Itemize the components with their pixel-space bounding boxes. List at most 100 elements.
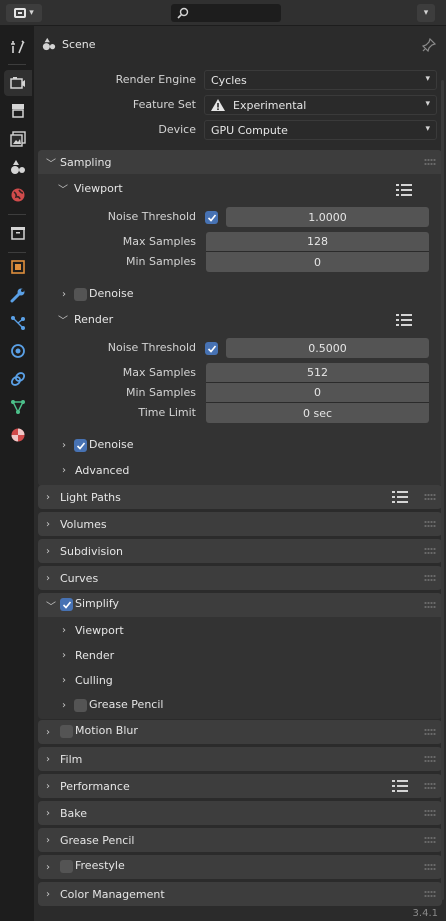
tab-view-layer[interactable] xyxy=(4,126,32,152)
simplify-checkbox[interactable] xyxy=(60,598,73,611)
viewport-min-samples-field[interactable]: 0 xyxy=(206,252,429,272)
motion-blur-title: Motion Blur xyxy=(75,724,138,737)
tab-scene[interactable] xyxy=(4,154,32,180)
tab-constraints[interactable] xyxy=(4,366,32,392)
tab-tool[interactable] xyxy=(4,34,32,60)
subdivision-title: Subdivision xyxy=(60,544,124,558)
sampling-title: Sampling xyxy=(60,155,112,169)
chevron-right-icon: › xyxy=(46,861,50,873)
light-paths-panel-header[interactable]: › Light Paths xyxy=(38,485,442,509)
object-data-icon xyxy=(11,400,25,414)
search-icon xyxy=(177,7,189,19)
render-denoise-checkbox[interactable] xyxy=(74,439,87,452)
simplify-render-header[interactable]: › Render xyxy=(58,643,438,667)
warning-icon xyxy=(211,99,225,111)
tab-output[interactable] xyxy=(4,98,32,124)
chevron-down-icon: ﹀ xyxy=(46,601,56,613)
tab-physics[interactable] xyxy=(4,338,32,364)
chevron-down-icon: ▾ xyxy=(29,8,34,18)
tab-object[interactable] xyxy=(4,254,32,280)
viewport-subpanel-header[interactable]: ﹀ Viewport xyxy=(54,176,438,200)
drag-handle-icon[interactable] xyxy=(424,159,436,165)
header-options-dropdown[interactable]: ▾ xyxy=(417,4,435,22)
drag-handle-icon[interactable] xyxy=(424,864,436,870)
feature-set-value: Experimental xyxy=(233,98,307,112)
drag-handle-icon[interactable] xyxy=(424,837,436,843)
tool-icon xyxy=(11,40,25,54)
tab-particles[interactable] xyxy=(4,310,32,336)
drag-handle-icon[interactable] xyxy=(424,810,436,816)
subdivision-panel-header[interactable]: › Subdivision xyxy=(38,539,442,563)
render-min-samples-field[interactable]: 0 xyxy=(206,383,429,403)
render-noise-threshold-field[interactable]: 0.5000 xyxy=(226,338,429,358)
performance-title: Performance xyxy=(60,779,130,793)
scene-icon xyxy=(11,160,25,174)
tab-render[interactable] xyxy=(4,70,32,96)
drag-handle-icon[interactable] xyxy=(424,756,436,762)
drag-handle-icon[interactable] xyxy=(424,602,436,608)
drag-handle-icon[interactable] xyxy=(424,575,436,581)
advanced-subpanel-header[interactable]: › Advanced xyxy=(58,458,438,482)
simplify-culling-header[interactable]: › Culling xyxy=(58,668,438,692)
color-management-panel-header[interactable]: › Color Management xyxy=(38,882,442,906)
film-panel-header[interactable]: › Film xyxy=(38,747,442,771)
viewport-noise-threshold-field[interactable]: 1.0000 xyxy=(226,207,429,227)
drag-handle-icon[interactable] xyxy=(424,494,436,500)
particles-icon xyxy=(11,316,25,330)
performance-panel-header[interactable]: › Performance xyxy=(38,774,442,798)
object-icon xyxy=(11,260,25,274)
chevron-right-icon: › xyxy=(46,780,50,792)
viewport-noise-threshold-checkbox[interactable] xyxy=(205,211,218,224)
advanced-title: Advanced xyxy=(75,463,130,477)
viewport-max-samples-field[interactable]: 128 xyxy=(206,232,429,252)
sampling-panel-header[interactable]: ﹀ Sampling xyxy=(38,150,442,174)
search-input[interactable] xyxy=(171,4,281,22)
tab-world[interactable] xyxy=(4,182,32,208)
checkmark-icon xyxy=(207,344,216,353)
presets-icon[interactable] xyxy=(396,183,412,197)
feature-set-dropdown[interactable]: Experimental ▾ xyxy=(204,95,437,115)
drag-handle-icon[interactable] xyxy=(424,891,436,897)
chevron-right-icon: › xyxy=(46,518,50,530)
checkmark-icon xyxy=(62,600,71,609)
scrollbar[interactable] xyxy=(441,80,444,900)
bake-panel-header[interactable]: › Bake xyxy=(38,801,442,825)
render-time-limit-field[interactable]: 0 sec xyxy=(206,403,429,423)
drag-handle-icon[interactable] xyxy=(424,548,436,554)
drag-handle-icon[interactable] xyxy=(424,729,436,735)
curves-title: Curves xyxy=(60,571,99,585)
render-icon xyxy=(10,77,25,89)
drag-handle-icon[interactable] xyxy=(424,783,436,789)
pin-icon[interactable] xyxy=(422,38,436,52)
light-paths-title: Light Paths xyxy=(60,490,121,504)
chevron-right-icon: › xyxy=(62,464,66,476)
device-dropdown[interactable]: GPU Compute ▾ xyxy=(204,120,437,140)
presets-icon[interactable] xyxy=(396,313,412,327)
render-title: Render xyxy=(74,312,114,326)
freestyle-checkbox[interactable] xyxy=(60,860,73,873)
presets-icon[interactable] xyxy=(392,779,408,793)
device-label: Device xyxy=(158,123,196,136)
volumes-panel-header[interactable]: › Volumes xyxy=(38,512,442,536)
drag-handle-icon[interactable] xyxy=(424,521,436,527)
render-engine-dropdown[interactable]: Cycles ▾ xyxy=(204,70,437,90)
render-subpanel-header[interactable]: ﹀ Render xyxy=(54,307,438,331)
curves-panel-header[interactable]: › Curves xyxy=(38,566,442,590)
tab-material[interactable] xyxy=(4,422,32,448)
render-noise-threshold-checkbox[interactable] xyxy=(205,342,218,355)
chevron-right-icon: › xyxy=(62,439,66,451)
viewport-denoise-checkbox[interactable] xyxy=(74,288,87,301)
chevron-down-icon: ▾ xyxy=(423,8,429,18)
bake-title: Bake xyxy=(60,806,88,820)
tab-collection[interactable] xyxy=(4,220,32,246)
motion-blur-checkbox[interactable] xyxy=(60,725,73,738)
simplify-grease-pencil-checkbox[interactable] xyxy=(74,699,87,712)
chevron-down-icon: ▾ xyxy=(425,74,430,84)
grease-pencil-panel-header[interactable]: › Grease Pencil xyxy=(38,828,442,852)
render-max-samples-field[interactable]: 512 xyxy=(206,363,429,383)
editor-type-button[interactable]: ▾ xyxy=(6,4,42,22)
presets-icon[interactable] xyxy=(392,490,408,504)
tab-object-data[interactable] xyxy=(4,394,32,420)
tab-modifiers[interactable] xyxy=(4,282,32,308)
simplify-viewport-header[interactable]: › Viewport xyxy=(58,618,438,642)
